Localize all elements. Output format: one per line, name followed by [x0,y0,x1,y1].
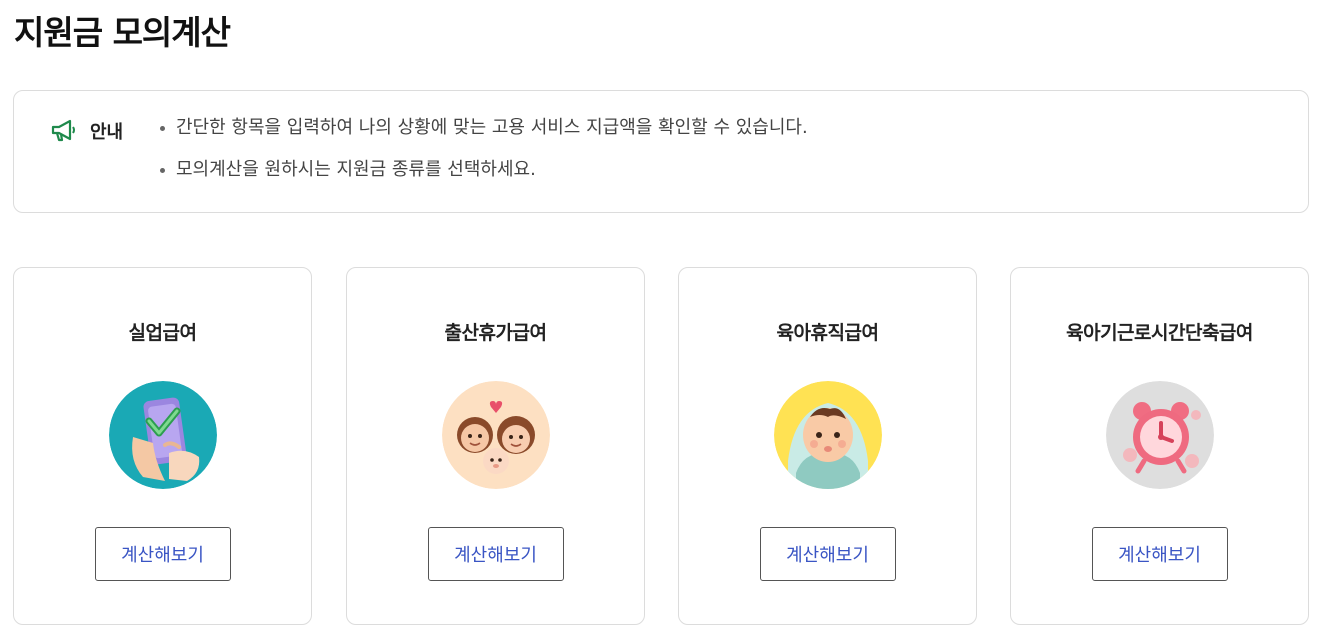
calculate-button[interactable]: 계산해보기 [1091,527,1228,581]
card-title: 출산휴가급여 [444,322,547,344]
megaphone-icon [50,118,78,144]
notice-label: 안내 [90,122,124,143]
card-title: 육아기근로시간단축급여 [1066,322,1253,344]
calculate-button[interactable]: 계산해보기 [94,527,231,581]
benefit-card-parental-leave: 육아휴직급여 계산해보기 [678,267,977,625]
notice-header: 안내 [50,118,123,144]
benefit-card-reduced-hours: 육아기근로시간단축급여 계산해보기 [1010,267,1309,625]
card-title: 육아휴직급여 [776,322,879,344]
benefit-card-maternity: 출산휴가급여 계산해보기 [346,267,645,625]
bullet-icon [160,125,165,131]
notice-box: 안내 간단한 항목을 입력하여 나의 상황에 맞는 고용 서비스 지급액을 확인… [13,90,1309,213]
calculate-button[interactable]: 계산해보기 [759,527,896,581]
calculate-button[interactable]: 계산해보기 [427,527,564,581]
bullet-icon [160,167,165,173]
alarm-clock-illustration-icon [1105,381,1214,489]
phone-check-illustration-icon [108,381,217,489]
page-title: 지원금 모의계산 [14,13,231,52]
family-illustration-icon [441,381,550,489]
notice-item-text: 간단한 항목을 입력하여 나의 상황에 맞는 고용 서비스 지급액을 확인할 수… [176,117,808,138]
notice-item-text: 모의계산을 원하시는 지원금 종류를 선택하세요. [176,159,536,180]
notice-item: 간단한 항목을 입력하여 나의 상황에 맞는 고용 서비스 지급액을 확인할 수… [160,117,808,139]
baby-illustration-icon [773,381,882,489]
notice-item: 모의계산을 원하시는 지원금 종류를 선택하세요. [160,159,808,181]
benefit-card-unemployment: 실업급여 계산해보기 [13,267,312,625]
card-title: 실업급여 [128,322,197,344]
notice-list: 간단한 항목을 입력하여 나의 상황에 맞는 고용 서비스 지급액을 확인할 수… [160,117,808,201]
